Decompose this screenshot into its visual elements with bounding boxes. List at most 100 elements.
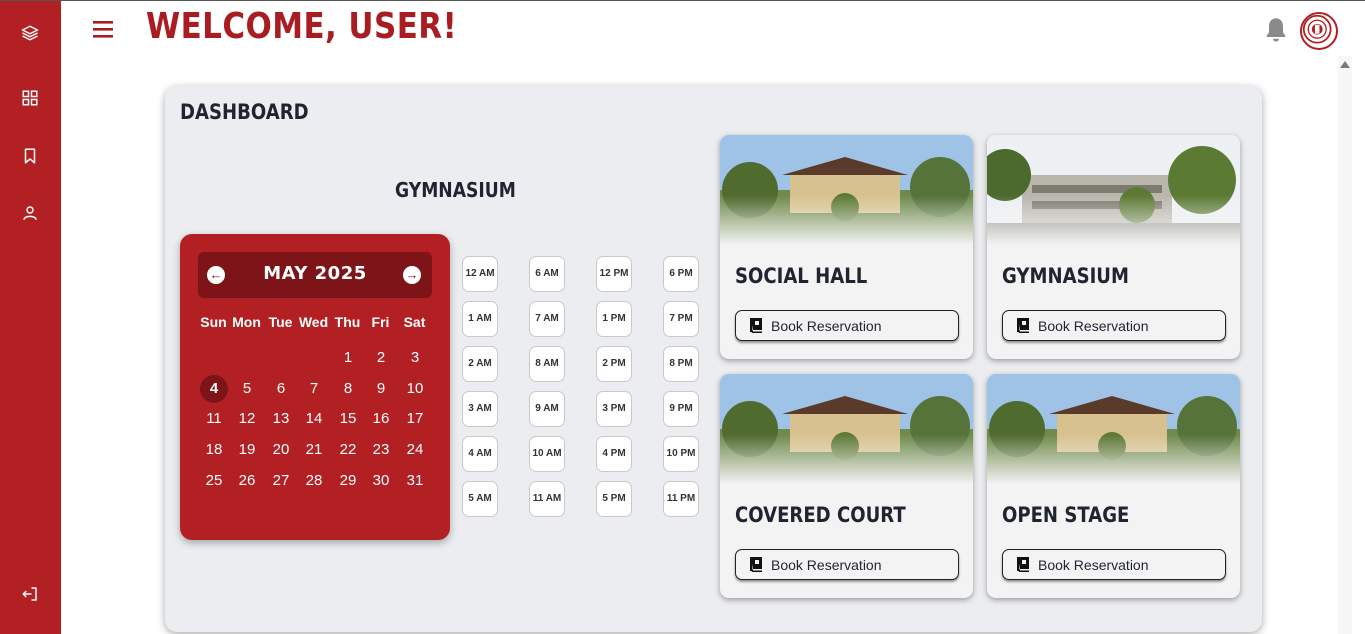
calendar-day[interactable]: 5 bbox=[233, 375, 261, 403]
layers-icon[interactable] bbox=[20, 23, 40, 43]
notification-bell-icon[interactable] bbox=[1262, 16, 1290, 44]
facility-card-open-stage: OPEN STAGE Book Reservation bbox=[987, 374, 1240, 598]
book-reservation-label: Book Reservation bbox=[1038, 317, 1149, 334]
book-reservation-label: Book Reservation bbox=[771, 556, 882, 573]
calendar-day[interactable]: 18 bbox=[200, 436, 228, 464]
dashboard-panel: DASHBOARD GYMNASIUM ← MAY 2025 → Sun Mon… bbox=[165, 86, 1262, 632]
facility-card-gymnasium: GYMNASIUM Book Reservation bbox=[987, 135, 1240, 359]
weekday-label: Wed bbox=[298, 314, 329, 330]
book-icon bbox=[750, 318, 762, 333]
time-slot[interactable]: 9 PM bbox=[663, 391, 699, 427]
book-reservation-button[interactable]: Book Reservation bbox=[1002, 549, 1226, 580]
time-slot[interactable]: 6 AM bbox=[529, 256, 565, 292]
calendar-day[interactable]: 29 bbox=[334, 467, 362, 495]
time-slot[interactable]: 2 AM bbox=[462, 346, 498, 382]
facility-photo bbox=[987, 374, 1240, 484]
calendar-day[interactable]: 20 bbox=[267, 436, 295, 464]
dashboard-grid-icon[interactable] bbox=[20, 88, 40, 108]
facility-name: GYMNASIUM bbox=[1002, 264, 1129, 288]
page-scrollbar[interactable] bbox=[1338, 56, 1352, 634]
time-slot[interactable]: 8 AM bbox=[529, 346, 565, 382]
calendar-day[interactable]: 27 bbox=[267, 467, 295, 495]
calendar-day[interactable]: 11 bbox=[200, 405, 228, 433]
time-slot[interactable]: 11 PM bbox=[663, 481, 699, 517]
window-top-border bbox=[0, 0, 1365, 1]
book-reservation-button[interactable]: Book Reservation bbox=[1002, 310, 1226, 341]
book-reservation-label: Book Reservation bbox=[1038, 556, 1149, 573]
calendar-day[interactable]: 1 bbox=[334, 344, 362, 372]
time-slot[interactable]: 1 PM bbox=[596, 301, 632, 337]
scroll-up-arrow-icon[interactable] bbox=[1340, 61, 1350, 68]
calendar-day[interactable]: 12 bbox=[233, 405, 261, 433]
facility-photo bbox=[720, 135, 973, 245]
avatar[interactable] bbox=[1300, 12, 1338, 50]
facility-name: OPEN STAGE bbox=[1002, 503, 1130, 527]
calendar-day-selected[interactable]: 4 bbox=[200, 375, 228, 403]
calendar-day[interactable]: 10 bbox=[401, 375, 429, 403]
book-icon bbox=[1017, 318, 1029, 333]
calendar-day[interactable]: 7 bbox=[300, 375, 328, 403]
time-slot[interactable]: 12 PM bbox=[596, 256, 632, 292]
calendar-day[interactable]: 21 bbox=[300, 436, 328, 464]
book-icon bbox=[1017, 557, 1029, 572]
time-slot[interactable]: 5 PM bbox=[596, 481, 632, 517]
user-icon[interactable] bbox=[20, 203, 40, 223]
weekday-label: Mon bbox=[232, 314, 261, 330]
calendar-day[interactable]: 8 bbox=[334, 375, 362, 403]
calendar-day[interactable]: 17 bbox=[401, 405, 429, 433]
calendar-day[interactable]: 31 bbox=[401, 467, 429, 495]
hamburger-menu-icon[interactable] bbox=[92, 18, 116, 40]
time-slot[interactable]: 12 AM bbox=[462, 256, 498, 292]
weekday-label: Sun bbox=[200, 314, 227, 330]
calendar-day[interactable]: 23 bbox=[367, 436, 395, 464]
facility-photo bbox=[987, 135, 1240, 245]
time-slot[interactable]: 7 PM bbox=[663, 301, 699, 337]
calendar-day[interactable]: 22 bbox=[334, 436, 362, 464]
time-slot[interactable]: 3 AM bbox=[462, 391, 498, 427]
calendar-day[interactable]: 13 bbox=[267, 405, 295, 433]
arrow-right-icon[interactable]: → bbox=[403, 266, 421, 284]
time-slot[interactable]: 8 PM bbox=[663, 346, 699, 382]
selected-facility-title: GYMNASIUM bbox=[395, 178, 516, 202]
calendar: ← MAY 2025 → Sun Mon Tue Wed Thu Fri Sat… bbox=[180, 234, 450, 540]
time-slot[interactable]: 2 PM bbox=[596, 346, 632, 382]
time-slot[interactable]: 6 PM bbox=[663, 256, 699, 292]
time-slot[interactable]: 10 PM bbox=[663, 436, 699, 472]
calendar-day[interactable]: 25 bbox=[200, 467, 228, 495]
calendar-day[interactable]: 2 bbox=[367, 344, 395, 372]
calendar-day[interactable]: 19 bbox=[233, 436, 261, 464]
calendar-day[interactable]: 6 bbox=[267, 375, 295, 403]
calendar-day[interactable]: 3 bbox=[401, 344, 429, 372]
book-reservation-label: Book Reservation bbox=[771, 317, 882, 334]
welcome-heading: WELCOME, USER! bbox=[146, 6, 458, 47]
weekday-label: Tue bbox=[268, 314, 293, 330]
time-slot[interactable]: 7 AM bbox=[529, 301, 565, 337]
book-icon bbox=[750, 557, 762, 572]
calendar-header: ← MAY 2025 → bbox=[198, 252, 432, 298]
calendar-day[interactable]: 9 bbox=[367, 375, 395, 403]
time-slot[interactable]: 4 PM bbox=[596, 436, 632, 472]
calendar-day[interactable]: 26 bbox=[233, 467, 261, 495]
book-reservation-button[interactable]: Book Reservation bbox=[735, 310, 959, 341]
time-slot[interactable]: 4 AM bbox=[462, 436, 498, 472]
bookmark-icon[interactable] bbox=[20, 146, 40, 166]
facility-photo bbox=[720, 374, 973, 484]
calendar-day[interactable]: 30 bbox=[367, 467, 395, 495]
calendar-day[interactable]: 14 bbox=[300, 405, 328, 433]
calendar-month-label: MAY 2025 bbox=[263, 263, 367, 284]
time-slot[interactable]: 9 AM bbox=[529, 391, 565, 427]
time-slot[interactable]: 3 PM bbox=[596, 391, 632, 427]
time-slot[interactable]: 10 AM bbox=[529, 436, 565, 472]
weekday-label: Sat bbox=[403, 314, 426, 330]
calendar-day[interactable]: 15 bbox=[334, 405, 362, 433]
calendar-day[interactable]: 28 bbox=[300, 467, 328, 495]
time-slot[interactable]: 5 AM bbox=[462, 481, 498, 517]
time-slot[interactable]: 11 AM bbox=[529, 481, 565, 517]
logout-icon[interactable] bbox=[20, 584, 40, 604]
time-slot[interactable]: 1 AM bbox=[462, 301, 498, 337]
facility-name: SOCIAL HALL bbox=[735, 264, 868, 288]
calendar-day[interactable]: 24 bbox=[401, 436, 429, 464]
book-reservation-button[interactable]: Book Reservation bbox=[735, 549, 959, 580]
weekday-label: Fri bbox=[371, 314, 390, 330]
calendar-day[interactable]: 16 bbox=[367, 405, 395, 433]
